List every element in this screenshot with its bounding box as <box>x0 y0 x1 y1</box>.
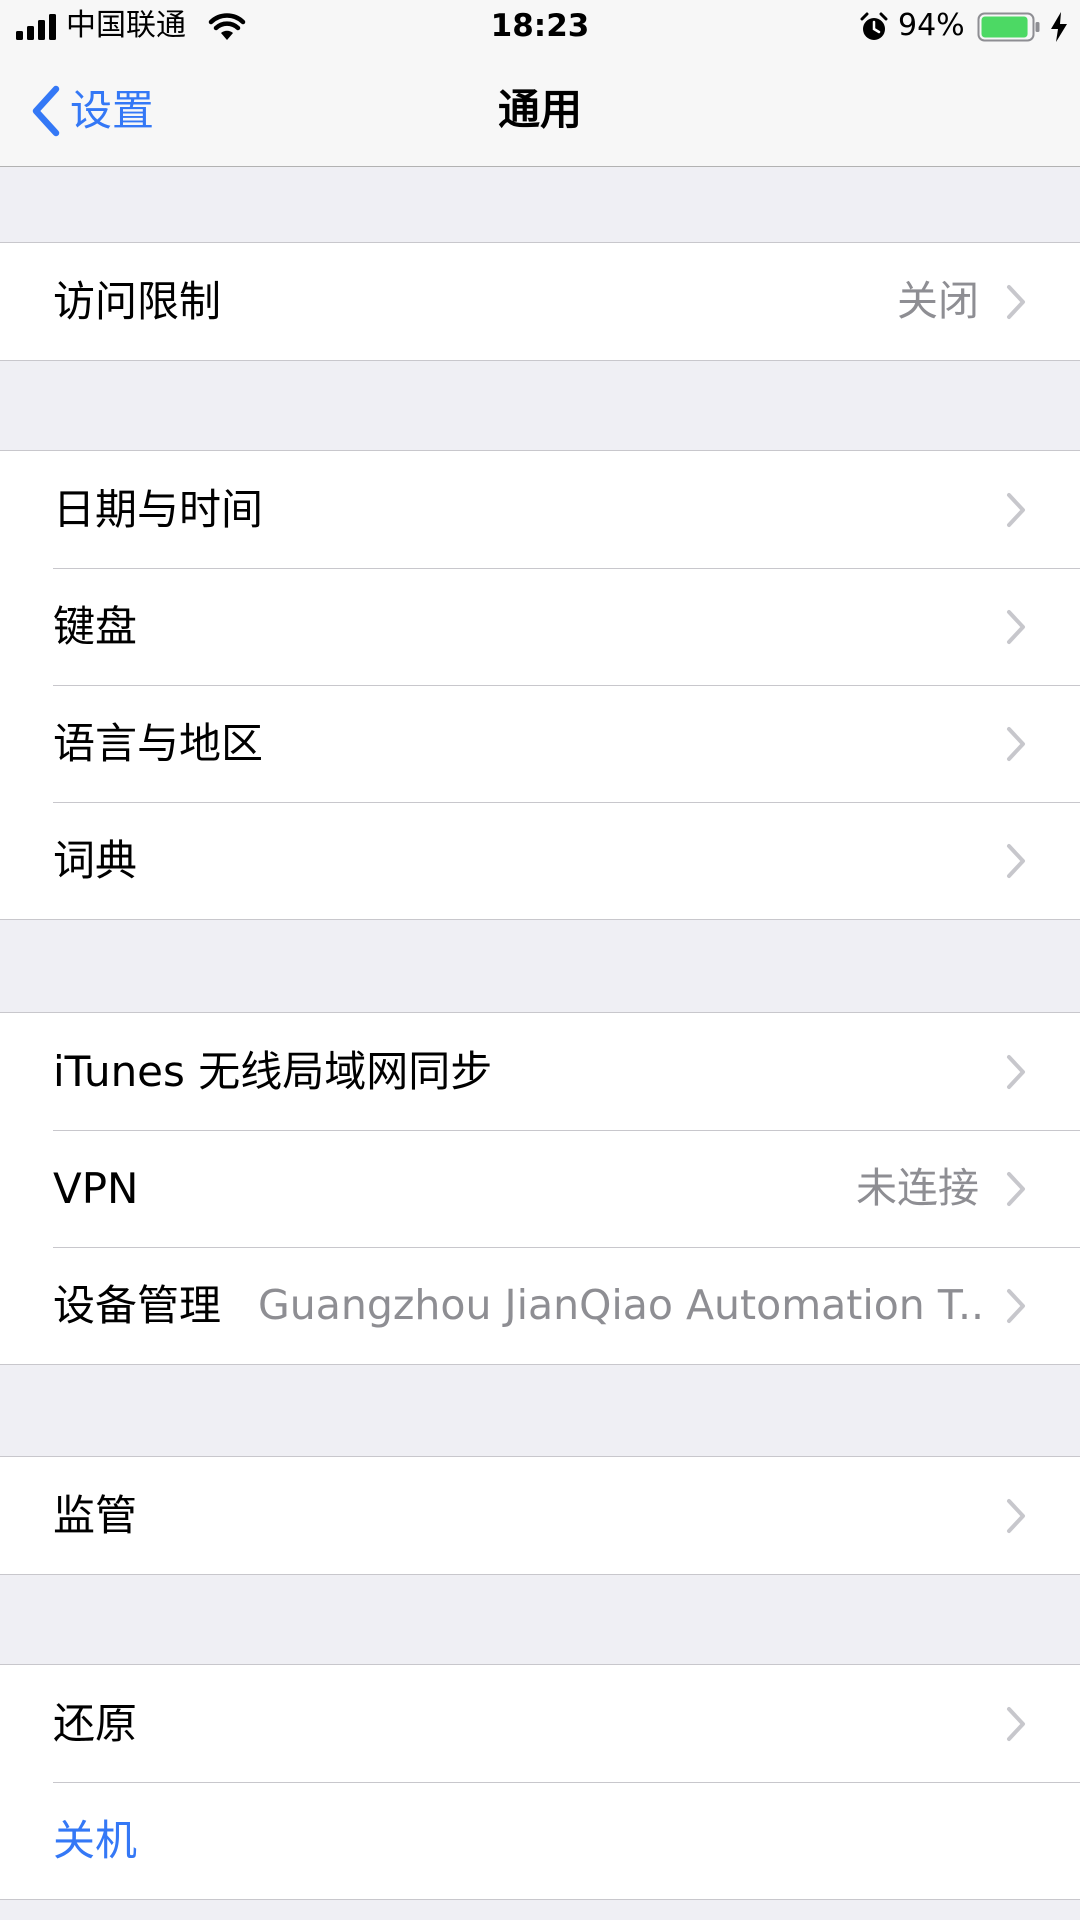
language-region-row[interactable]: 语言与地区 <box>0 685 1080 802</box>
settings-group-restrictions: 访问限制 关闭 <box>0 242 1080 361</box>
row-label: 词典 <box>53 836 138 885</box>
row-label: iTunes 无线局域网同步 <box>53 1047 493 1096</box>
chevron-right-icon <box>1007 610 1025 644</box>
battery-icon <box>977 12 1040 42</box>
page-title: 通用 <box>497 85 582 134</box>
row-value: 未连接 <box>856 1164 979 1212</box>
wifi-icon <box>208 13 246 40</box>
keyboard-row[interactable]: 键盘 <box>0 568 1080 685</box>
status-time: 18:23 <box>490 8 590 44</box>
device-management-row[interactable]: 设备管理 Guangzhou JianQiao Automation T... <box>0 1247 1080 1364</box>
itunes-wifi-sync-row[interactable]: iTunes 无线局域网同步 <box>0 1013 1080 1130</box>
back-button[interactable]: 设置 <box>28 82 154 140</box>
supervision-row[interactable]: 监管 <box>0 1457 1080 1574</box>
dictionary-row[interactable]: 词典 <box>0 802 1080 919</box>
chevron-right-icon <box>1007 844 1025 878</box>
chevron-right-icon <box>1007 1289 1025 1323</box>
row-label: 监管 <box>53 1491 138 1540</box>
row-label: 键盘 <box>53 602 138 651</box>
row-label: VPN <box>53 1164 139 1213</box>
chevron-right-icon <box>1007 1055 1025 1089</box>
row-label: 访问限制 <box>53 277 222 326</box>
chevron-right-icon <box>1007 1172 1025 1206</box>
settings-group-supervision: 监管 <box>0 1456 1080 1575</box>
date-time-row[interactable]: 日期与时间 <box>0 451 1080 568</box>
row-label: 设备管理 <box>53 1281 222 1330</box>
chevron-left-icon <box>32 85 60 137</box>
alarm-icon <box>860 12 888 40</box>
chevron-right-icon <box>1007 727 1025 761</box>
top-bar: 中国联通 18:23 94% 设置 通用 <box>0 0 1080 167</box>
shut-down-row[interactable]: 关机 <box>0 1782 1080 1899</box>
restrictions-row[interactable]: 访问限制 关闭 <box>0 243 1080 360</box>
chevron-right-icon <box>1007 1499 1025 1533</box>
vpn-row[interactable]: VPN 未连接 <box>0 1130 1080 1247</box>
signal-icon <box>16 14 56 40</box>
charging-bolt-icon <box>1051 12 1067 42</box>
settings-group-network: iTunes 无线局域网同步 VPN 未连接 设备管理 Guangzhou Ji… <box>0 1012 1080 1365</box>
settings-group-reset: 还原 关机 <box>0 1664 1080 1900</box>
row-value: Guangzhou JianQiao Automation T... <box>258 1281 980 1329</box>
shut-down-button[interactable]: 关机 <box>53 1782 137 1899</box>
settings-group-general: 日期与时间 键盘 语言与地区 词典 <box>0 450 1080 920</box>
navigation-bar: 设置 通用 <box>0 54 1080 167</box>
row-label: 日期与时间 <box>53 485 264 534</box>
reset-row[interactable]: 还原 <box>0 1665 1080 1782</box>
row-label: 语言与地区 <box>53 719 264 768</box>
battery-percent: 94% <box>898 8 965 43</box>
chevron-right-icon <box>1007 493 1025 527</box>
status-bar: 中国联通 18:23 94% <box>0 0 1080 54</box>
chevron-right-icon <box>1007 285 1025 319</box>
back-button-label: 设置 <box>70 86 155 135</box>
carrier-name: 中国联通 <box>66 8 186 43</box>
row-label: 还原 <box>53 1699 138 1748</box>
chevron-right-icon <box>1007 1707 1025 1741</box>
row-value: 关闭 <box>897 277 979 325</box>
